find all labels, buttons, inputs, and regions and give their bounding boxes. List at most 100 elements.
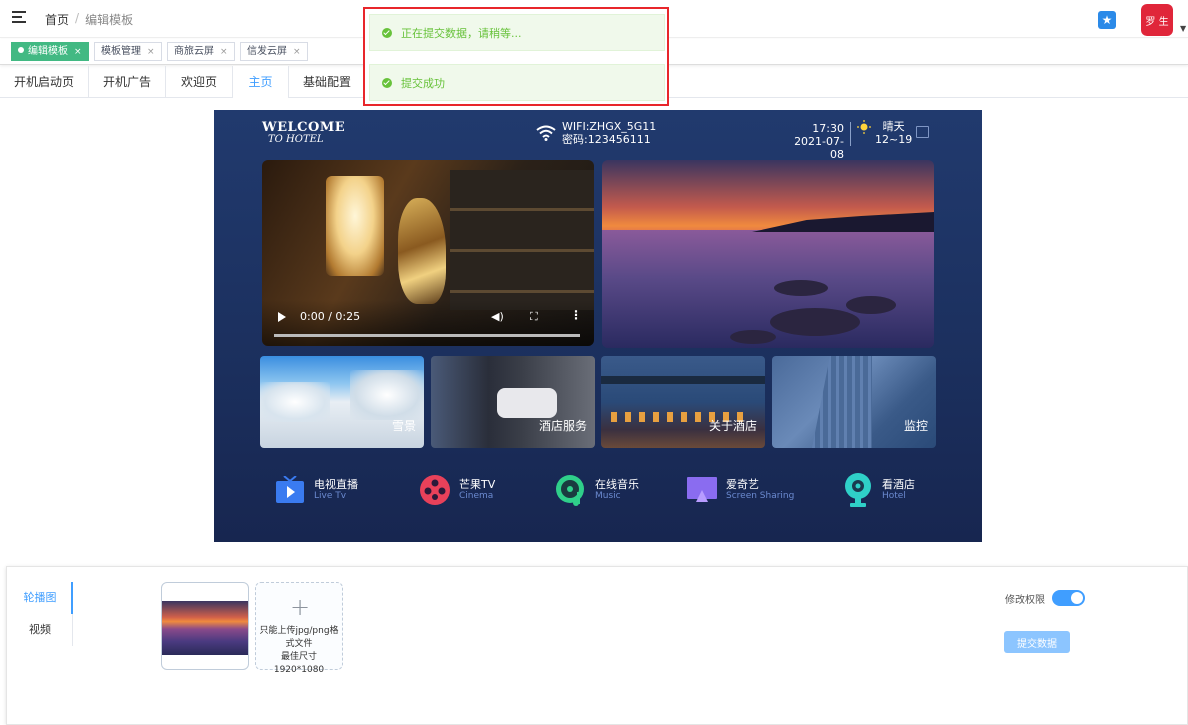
welcome-line1: WELCOME [262,120,346,135]
side-tab-video[interactable]: 视频 [7,616,73,644]
film-reel-icon [419,474,451,506]
lamp-image [326,176,384,276]
app-sub: Music [595,491,621,501]
tile-monitor[interactable]: 监控 [772,356,936,448]
tile-snow[interactable]: 雪景 [260,356,424,448]
avatar[interactable]: 罗 生 [1141,4,1173,36]
app-name: 芒果TV [459,478,496,491]
temperature-text: 12~19 [875,133,913,146]
submit-data-button[interactable]: 提交数据 [1004,631,1070,653]
sun-icon [857,120,871,134]
camera-icon [842,473,874,507]
image-upload-button[interactable]: + 只能上传jpg/png格式文件 最佳尺寸1920*1080 [255,582,343,675]
caret-down-icon[interactable]: ▼ [1180,24,1186,33]
sunset-thumbnail-image [162,601,248,655]
play-icon[interactable] [278,312,286,322]
video-time: 0:00 / 0:25 [300,310,361,323]
time-text: 17:30 [812,122,844,135]
app-name: 在线音乐 [595,478,639,491]
shopping-bag-icon [916,126,929,138]
wifi-info: WIFI:ZHGX_5G11 密码:123456111 [536,120,656,146]
notification-highlight: 正在提交数据，请稍等... 提交成功 [363,7,669,106]
app-name: 看酒店 [882,478,915,491]
app-live-tv[interactable]: 电视直播 Live Tv [274,474,358,506]
weather-text: 晴天 [882,120,905,133]
tile-label: 关于酒店 [708,419,757,433]
sunset-image [602,160,934,348]
success-check-icon [382,77,392,88]
wifi-name: WIFI:ZHGX_5G11 [562,120,657,133]
breadcrumb: 首页 / 编辑模板 [45,11,133,28]
breadcrumb-home[interactable]: 首页 [45,11,69,28]
divider [850,122,851,146]
weather-info: 晴天 12~19 [857,120,912,146]
notification-success: 提交成功 [369,64,665,101]
wifi-icon [536,125,556,141]
tab-basic-config[interactable]: 基础配置 [289,66,366,98]
success-check-icon [382,27,392,38]
close-icon[interactable]: × [293,47,301,57]
shelf-image [450,170,594,310]
menu-toggle-icon[interactable] [12,11,26,23]
notification-text: 正在提交数据，请稍等... [401,26,522,40]
plus-icon: + [290,593,311,621]
tab-home[interactable]: 主页 [233,66,289,98]
tab-boot-ad[interactable]: 开机广告 [89,66,166,98]
upload-tip-format: 只能上传jpg/png格式文件 [259,626,339,649]
video-player[interactable]: 0:00 / 0:25 ◀) ⛶ ⋮ [262,160,594,346]
tag-label: 编辑模板 [28,46,68,57]
tile-about-hotel[interactable]: 关于酒店 [601,356,765,448]
app-name: 电视直播 [314,478,358,491]
sculpture-image [398,198,446,304]
tag-template-manage[interactable]: 模板管理 × [94,42,162,61]
tile-label: 酒店服务 [538,419,587,433]
tile-label: 监控 [903,419,928,433]
app-sub: Screen Sharing [726,491,795,501]
app-name: 爱奇艺 [726,478,759,491]
volume-icon[interactable]: ◀) [491,310,504,323]
video-controls: 0:00 / 0:25 ◀) ⛶ ⋮ [262,300,594,346]
breadcrumb-current: 编辑模板 [85,13,134,27]
app-online-music[interactable]: 在线音乐 Music [555,474,639,506]
side-tab-carousel[interactable]: 轮播图 [7,584,73,612]
video-progress-bar[interactable] [274,334,580,337]
wifi-password: 密码:123456111 [562,133,651,146]
fullscreen-icon[interactable]: ⛶ [530,310,538,324]
upload-tip-size: 最佳尺寸1920*1080 [273,652,325,675]
music-disc-icon [555,474,587,506]
more-options-icon[interactable]: ⋮ [570,308,582,322]
close-icon[interactable]: × [74,47,82,57]
favorite-star-icon[interactable]: ★ [1098,11,1116,29]
close-icon[interactable]: × [147,47,155,57]
close-icon[interactable]: × [220,47,228,57]
welcome-logo: WELCOME TO HOTEL [262,120,345,145]
tv-icon [274,474,306,506]
app-iqiyi[interactable]: 爱奇艺 Screen Sharing [686,474,794,506]
notification-text: 提交成功 [401,76,445,90]
app-sub: Cinema [459,491,494,501]
app-view-hotel[interactable]: 看酒店 Hotel [842,473,915,507]
side-tab-active-indicator [71,582,73,614]
app-sub: Hotel [882,491,906,501]
permission-label: 修改权限 [1005,595,1045,606]
uploaded-image-thumbnail[interactable] [161,582,249,670]
config-panel: 轮播图 视频 + 只能上传jpg/png格式文件 最佳尺寸1920*1080 修… [6,566,1188,725]
template-preview: WELCOME TO HOTEL WIFI:ZHGX_5G11 密码:12345… [214,110,982,542]
app-sub: Live Tv [314,491,347,501]
tag-edit-template[interactable]: 编辑模板 × [11,42,89,61]
tab-boot-page[interactable]: 开机启动页 [0,66,89,98]
tag-label: 模板管理 [101,46,141,57]
upload-tip: 只能上传jpg/png格式文件 最佳尺寸1920*1080 [256,625,342,677]
screen-share-icon [686,474,718,506]
tag-business-screen[interactable]: 商旅云屏 × [167,42,235,61]
tile-hotel-service[interactable]: 酒店服务 [431,356,595,448]
notification-submitting: 正在提交数据，请稍等... [369,14,665,51]
permission-toggle[interactable] [1052,590,1085,606]
tab-welcome-page[interactable]: 欢迎页 [166,66,233,98]
tile-label: 雪景 [391,419,416,433]
breadcrumb-separator: / [75,11,80,25]
active-dot-icon [18,47,24,53]
tag-label: 信发云屏 [247,46,287,57]
tag-signage-screen[interactable]: 信发云屏 × [240,42,308,61]
app-mango-tv[interactable]: 芒果TV Cinema [419,474,495,506]
